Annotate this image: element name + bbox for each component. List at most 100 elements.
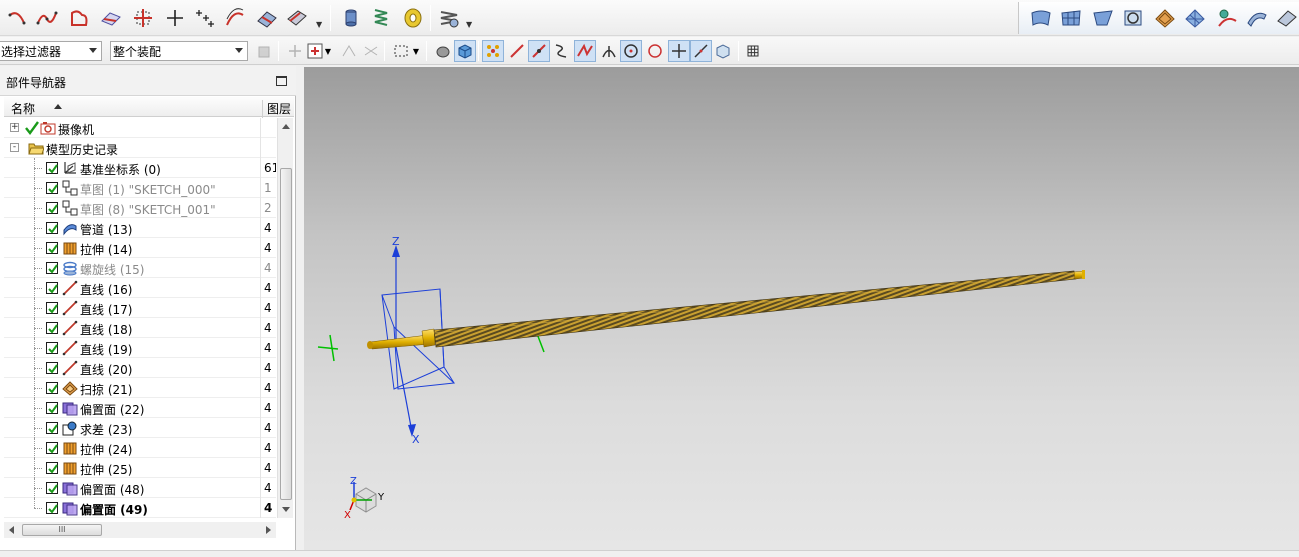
tree-row[interactable]: 直线 (20) 4 xyxy=(4,358,276,378)
feature-select-icon[interactable] xyxy=(432,40,454,62)
maximize-icon[interactable] xyxy=(276,76,287,86)
visibility-checkbox[interactable] xyxy=(46,202,58,214)
tree-row[interactable]: 直线 (17) 4 xyxy=(4,298,276,318)
rectangle-select-icon[interactable] xyxy=(390,40,412,62)
filter-dropdown-icon[interactable]: ▼ xyxy=(322,40,334,62)
tree-row[interactable]: 拉伸 (24) 4 xyxy=(4,438,276,458)
spline-icon[interactable] xyxy=(34,5,60,31)
visibility-checkbox[interactable] xyxy=(46,482,58,494)
column-layer-header[interactable]: 图层 xyxy=(262,100,291,118)
navigator-vertical-scrollbar[interactable] xyxy=(277,118,293,518)
tree-row[interactable]: 偏置面 (22) 4 xyxy=(4,398,276,418)
profile-icon[interactable] xyxy=(66,5,92,31)
shaft-end-tip[interactable] xyxy=(1073,270,1085,280)
visibility-checkbox[interactable] xyxy=(46,242,58,254)
checkmark-icon[interactable] xyxy=(24,120,40,136)
assembly-scope-combo[interactable]: 整个装配 xyxy=(110,41,248,61)
point-set-icon[interactable] xyxy=(192,5,218,31)
mesh-surface-icon[interactable] xyxy=(1058,5,1084,31)
tree-row[interactable]: 拉伸 (14) 4 xyxy=(4,238,276,258)
snap-on-curve-icon[interactable] xyxy=(690,40,712,62)
sort-ascending-icon[interactable] xyxy=(54,104,62,109)
solid-body-icon[interactable] xyxy=(454,40,476,62)
analyze-icon[interactable] xyxy=(1214,5,1240,31)
snap-center-icon[interactable] xyxy=(620,40,642,62)
expand-icon[interactable]: + xyxy=(10,123,19,132)
snap-midpoint-icon[interactable] xyxy=(528,40,550,62)
snap-line-icon[interactable] xyxy=(506,40,528,62)
sweep-dropdown-icon[interactable]: ▼ xyxy=(316,20,322,29)
roll-icon[interactable] xyxy=(400,5,426,31)
graphics-viewport[interactable]: Z X Y xyxy=(304,67,1299,550)
visibility-checkbox[interactable] xyxy=(46,342,58,354)
visibility-checkbox[interactable] xyxy=(46,182,58,194)
tree-row[interactable]: 管道 (13) 4 xyxy=(4,218,276,238)
collapse-icon[interactable]: - xyxy=(10,143,19,152)
snap-intersection-icon[interactable] xyxy=(574,40,596,62)
visibility-checkbox[interactable] xyxy=(46,282,58,294)
deselect-icon[interactable] xyxy=(360,40,382,62)
sweep-surface-icon[interactable] xyxy=(1152,5,1178,31)
tree-row[interactable]: 偏置面 (49) 4 xyxy=(4,498,276,518)
scrollbar-thumb[interactable] xyxy=(280,168,292,500)
tree-row[interactable]: 偏置面 (48) 4 xyxy=(4,478,276,498)
tree-row[interactable]: 拉伸 (25) 4 xyxy=(4,458,276,478)
snap-quadrant-icon[interactable] xyxy=(644,40,666,62)
surface-patch-icon[interactable] xyxy=(1028,5,1054,31)
scroll-down-icon[interactable] xyxy=(282,507,290,512)
visibility-checkbox[interactable] xyxy=(46,422,58,434)
visibility-checkbox[interactable] xyxy=(46,222,58,234)
surface-icon[interactable] xyxy=(254,5,280,31)
model-scene[interactable]: Z X Y xyxy=(304,67,1299,550)
visibility-checkbox[interactable] xyxy=(46,402,58,414)
scroll-right-icon[interactable] xyxy=(266,526,271,534)
snap-disabled-icon[interactable] xyxy=(284,40,306,62)
trim-sketch-icon[interactable] xyxy=(130,5,156,31)
tree-row[interactable]: 直线 (16) 4 xyxy=(4,278,276,298)
studio-surface-icon[interactable] xyxy=(98,5,124,31)
sweep-icon[interactable] xyxy=(284,5,310,31)
cylinder-icon[interactable] xyxy=(338,5,364,31)
tree-row[interactable]: 螺旋线 (15) 4 xyxy=(4,258,276,278)
screw-shaft[interactable] xyxy=(367,328,436,350)
surface-extra-icon[interactable] xyxy=(1274,5,1299,31)
ruled-surface-icon[interactable] xyxy=(1090,5,1116,31)
tree-row[interactable]: 扫掠 (21) 4 xyxy=(4,378,276,398)
snap-curve-icon[interactable] xyxy=(550,40,572,62)
navigator-horizontal-scrollbar[interactable]: III xyxy=(4,522,276,538)
scroll-left-icon[interactable] xyxy=(9,526,14,534)
hscrollbar-thumb[interactable]: III xyxy=(22,524,102,536)
tree-row[interactable]: 草图 (8) "SKETCH_001" 2 xyxy=(4,198,276,218)
grid-icon[interactable] xyxy=(742,40,764,62)
visibility-checkbox[interactable] xyxy=(46,362,58,374)
snap-perpendicular-icon[interactable] xyxy=(598,40,620,62)
column-name-header[interactable]: 名称 xyxy=(11,100,35,117)
offset-surface-icon[interactable] xyxy=(1120,5,1146,31)
snap-point-icon[interactable] xyxy=(668,40,690,62)
visibility-checkbox[interactable] xyxy=(46,462,58,474)
visibility-checkbox[interactable] xyxy=(46,442,58,454)
scroll-up-icon[interactable] xyxy=(282,124,290,129)
visibility-checkbox[interactable] xyxy=(46,262,58,274)
tree-row[interactable]: - 模型历史记录 xyxy=(4,138,276,158)
tree-row[interactable]: 直线 (18) 4 xyxy=(4,318,276,338)
tree-row[interactable]: 求差 (23) 4 xyxy=(4,418,276,438)
select-mode-dropdown-icon[interactable]: ▼ xyxy=(410,40,422,62)
visibility-checkbox[interactable] xyxy=(46,382,58,394)
tree-row[interactable]: + 摄像机 xyxy=(4,118,276,138)
offset-curve-icon[interactable] xyxy=(222,5,248,31)
snap-endpoint-icon[interactable] xyxy=(482,40,504,62)
tree-row[interactable]: 基准坐标系 (0) 61 xyxy=(4,158,276,178)
visibility-checkbox[interactable] xyxy=(46,302,58,314)
coil-dropdown-icon[interactable]: ▼ xyxy=(466,20,472,29)
tree-row[interactable]: 草图 (1) "SKETCH_000" 1 xyxy=(4,178,276,198)
arc-curve-icon[interactable] xyxy=(4,5,30,31)
helix-coil[interactable] xyxy=(433,270,1077,348)
coil-icon[interactable] xyxy=(436,5,462,31)
tree-row[interactable]: 直线 (19) 4 xyxy=(4,338,276,358)
select-all-icon[interactable] xyxy=(338,40,360,62)
view-triad[interactable]: Z Y X xyxy=(338,472,398,522)
component-select-icon[interactable] xyxy=(254,40,276,62)
point-icon[interactable] xyxy=(162,5,188,31)
snap-face-icon[interactable] xyxy=(712,40,734,62)
